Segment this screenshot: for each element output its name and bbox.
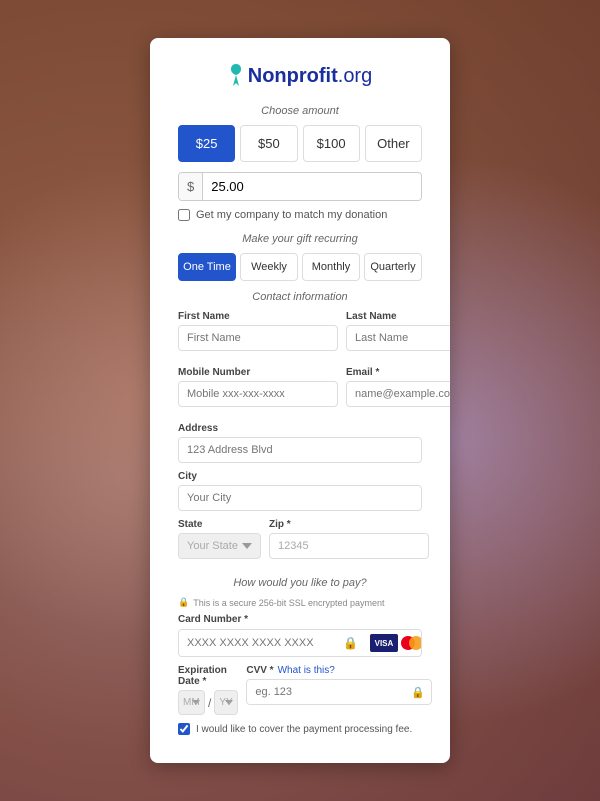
mobile-group: Mobile Number <box>178 367 338 407</box>
payment-label: How would you like to pay? <box>178 577 422 589</box>
logo-text: Nonprofit.org <box>248 62 372 88</box>
address-group: Address <box>178 423 422 463</box>
cvv-lock-icon: 🔒 <box>405 686 431 699</box>
expiry-yy-select[interactable]: YY <box>214 690 238 715</box>
cvv-input-wrap: 🔒 <box>246 679 432 705</box>
expiry-mm-select[interactable]: MM <box>178 690 205 715</box>
logo-area: Nonprofit.org <box>178 62 422 91</box>
match-label: Get my company to match my donation <box>196 209 387 221</box>
contact-section: Contact information First Name Last Name… <box>178 291 422 567</box>
ssl-text: This is a secure 256-bit SSL encrypted p… <box>193 598 384 608</box>
city-group: City <box>178 471 422 511</box>
zip-label: Zip * <box>269 519 429 530</box>
recurring-section: Make your gift recurring One Time Weekly… <box>178 233 422 281</box>
address-label: Address <box>178 423 422 434</box>
address-input[interactable] <box>178 437 422 463</box>
lock-icon: 🔒 <box>178 597 189 608</box>
cvv-group: CVV * What is this? 🔒 <box>246 665 432 715</box>
city-input[interactable] <box>178 485 422 511</box>
card-lock-icon: 🔒 <box>337 636 364 650</box>
email-group: Email * <box>346 367 450 407</box>
card-icons: VISA DISC AMEX <box>364 634 422 652</box>
donation-card: Nonprofit.org Choose amount $25 $50 $100… <box>150 38 450 763</box>
expiry-inputs: MM / YY <box>178 690 238 715</box>
visa-icon: VISA <box>370 634 398 652</box>
recurring-btn-weekly[interactable]: Weekly <box>240 253 298 281</box>
email-input[interactable] <box>346 381 450 407</box>
first-name-label: First Name <box>178 311 338 322</box>
cvv-input[interactable] <box>247 680 405 704</box>
amount-input-row: $ <box>178 172 422 201</box>
recurring-btn-monthly[interactable]: Monthly <box>302 253 360 281</box>
amount-btn-other[interactable]: Other <box>365 125 422 162</box>
mobile-email-row: Mobile Number Email * <box>178 367 422 415</box>
dollar-sign: $ <box>179 173 203 200</box>
email-label: Email * <box>346 367 450 378</box>
city-label: City <box>178 471 422 482</box>
last-name-group: Last Name <box>346 311 450 351</box>
cvv-label: CVV * <box>246 665 273 676</box>
last-name-input[interactable] <box>346 325 450 351</box>
state-zip-row: State Your State Zip * <box>178 519 422 567</box>
card-number-label: Card Number * <box>178 614 422 625</box>
recurring-btn-onetime[interactable]: One Time <box>178 253 236 281</box>
match-row: Get my company to match my donation <box>178 209 422 221</box>
processing-fee-label: I would like to cover the payment proces… <box>196 724 412 735</box>
expiry-cvv-row: Expiration Date * MM / YY CVV * What is … <box>178 665 422 715</box>
ssl-notice: 🔒 This is a secure 256-bit SSL encrypted… <box>178 597 422 608</box>
expiry-slash: / <box>208 696 211 710</box>
amount-input[interactable] <box>203 173 421 200</box>
zip-input[interactable] <box>269 533 429 559</box>
recurring-buttons-group: One Time Weekly Monthly Quarterly <box>178 253 422 281</box>
recurring-label: Make your gift recurring <box>178 233 422 245</box>
payment-section: How would you like to pay? 🔒 This is a s… <box>178 577 422 735</box>
mobile-input[interactable] <box>178 381 338 407</box>
cvv-what-link[interactable]: What is this? <box>278 665 335 676</box>
state-group: State Your State <box>178 519 261 559</box>
ribbon-icon <box>228 64 244 86</box>
contact-label: Contact information <box>178 291 422 303</box>
card-number-row: 🔒 VISA DISC AMEX <box>178 629 422 657</box>
state-label: State <box>178 519 261 530</box>
state-select[interactable]: Your State <box>178 533 261 559</box>
match-checkbox[interactable] <box>178 209 190 221</box>
zip-group: Zip * <box>269 519 429 559</box>
expiry-group: Expiration Date * MM / YY <box>178 665 238 715</box>
first-name-group: First Name <box>178 311 338 351</box>
amount-btn-50[interactable]: $50 <box>240 125 297 162</box>
last-name-label: Last Name <box>346 311 450 322</box>
mastercard-icon <box>401 634 422 652</box>
amount-btn-100[interactable]: $100 <box>303 125 360 162</box>
logo: Nonprofit.org <box>228 62 372 88</box>
first-name-input[interactable] <box>178 325 338 351</box>
mobile-label: Mobile Number <box>178 367 338 378</box>
expiry-label: Expiration Date * <box>178 665 238 687</box>
amount-buttons-group: $25 $50 $100 Other <box>178 125 422 162</box>
card-number-input[interactable] <box>179 630 337 656</box>
name-row: First Name Last Name <box>178 311 422 359</box>
recurring-btn-quarterly[interactable]: Quarterly <box>364 253 422 281</box>
processing-fee-row: I would like to cover the payment proces… <box>178 723 422 735</box>
amount-btn-25[interactable]: $25 <box>178 125 235 162</box>
processing-fee-checkbox[interactable] <box>178 723 190 735</box>
choose-amount-label: Choose amount <box>178 105 422 117</box>
